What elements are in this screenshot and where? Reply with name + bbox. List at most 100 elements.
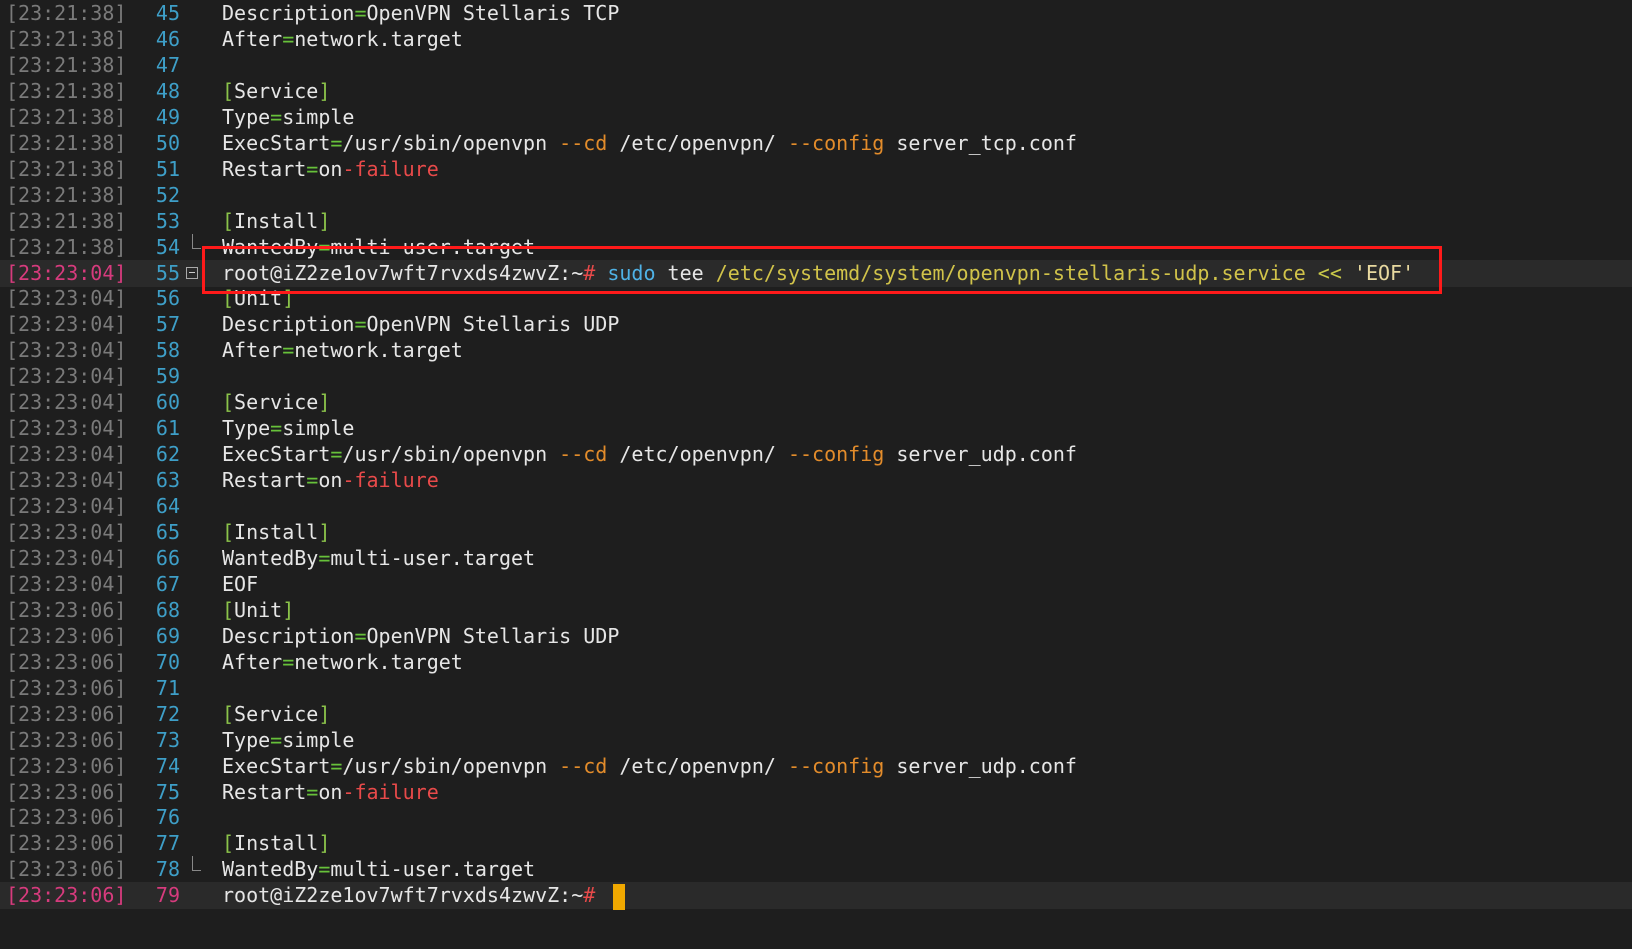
line-number: 75 (155, 779, 180, 804)
timestamp: [23:21:38] (6, 234, 127, 259)
terminal-line: [23:23:06] 71 (0, 675, 1632, 702)
token-key: WantedBy (222, 545, 319, 570)
line-content: Restart=on-failure (222, 467, 439, 494)
line-content: WantedBy=multi-user.target (222, 545, 535, 572)
text-cursor[interactable] (613, 883, 626, 910)
terminal-line: [23:21:38] 46 After=network.target (0, 26, 1632, 53)
token-br: ] (282, 286, 295, 311)
token-val (595, 261, 607, 285)
timestamp: [23:23:04] (6, 416, 127, 441)
terminal-line: [23:23:04] 59 (0, 363, 1632, 390)
timestamp: [23:23:06] (6, 883, 127, 908)
token-br: [ (222, 701, 235, 726)
token-key: ExecStart (222, 753, 331, 778)
line-content: Type=simple (222, 415, 354, 442)
token-key: Type (222, 727, 271, 752)
line-number: 63 (155, 468, 180, 493)
token-eq: = (282, 26, 295, 51)
token-br: [ (222, 208, 235, 233)
timestamp: [23:23:06] (6, 727, 127, 752)
token-val: /etc/openvpn/ (607, 442, 788, 467)
token-hash: # (583, 260, 596, 285)
token-key: Unit (234, 286, 283, 311)
line-number: 61 (155, 416, 180, 441)
line-number: 53 (155, 208, 180, 233)
terminal-line: [23:21:38] 49 Type=simple (0, 104, 1632, 131)
token-cmd: sudo (607, 260, 656, 285)
token-val: server_udp.conf (884, 442, 1077, 467)
terminal-line: [23:21:38] 52 (0, 182, 1632, 209)
token-op: << (1317, 260, 1342, 285)
token-br: ] (318, 831, 331, 856)
terminal-line: [23:23:06] 78 WantedBy=multi-user.target (0, 856, 1632, 883)
token-eq: = (282, 649, 295, 674)
token-key: Unit (234, 597, 283, 622)
line-number: 76 (155, 805, 180, 830)
token-key: ExecStart (222, 130, 331, 155)
token-val: on (318, 156, 343, 181)
token-flag: --config (787, 442, 885, 467)
timestamp: [23:23:06] (6, 675, 127, 700)
line-number: 48 (155, 78, 180, 103)
timestamp: [23:23:06] (6, 649, 127, 674)
line-number: 46 (155, 26, 180, 51)
token-val: OpenVPN Stellaris UDP (366, 312, 620, 337)
terminal-line: [23:23:04] 60 [Service] (0, 389, 1632, 416)
line-content: Type=simple (222, 727, 354, 754)
line-number: 78 (155, 857, 180, 882)
line-number: 58 (155, 338, 180, 363)
timestamp: [23:21:38] (6, 208, 127, 233)
token-fail: -failure (342, 156, 439, 181)
token-key: After (222, 649, 283, 674)
terminal-line: [23:21:38] 47 (0, 52, 1632, 79)
token-br: [ (222, 390, 235, 415)
token-key: Description (222, 623, 355, 648)
timestamp: [23:21:38] (6, 26, 127, 51)
token-flag: --cd (559, 442, 608, 467)
token-eq: = (330, 442, 343, 467)
timestamp: [23:23:04] (6, 390, 127, 415)
timestamp: [23:23:04] (6, 494, 127, 519)
line-number: 64 (155, 494, 180, 519)
line-content: ExecStart=/usr/sbin/openvpn --cd /etc/op… (222, 441, 1077, 468)
line-number: 50 (155, 130, 180, 155)
line-number: 52 (155, 182, 180, 207)
timestamp: [23:23:04] (6, 468, 127, 493)
line-content: root@iZ2ze1ov7wft7rvxds4zwvZ:~# sudo tee… (222, 260, 1414, 287)
timestamp: [23:21:38] (6, 182, 127, 207)
token-flag: --cd (559, 130, 608, 155)
timestamp: [23:23:04] (6, 442, 127, 467)
token-eq: = (282, 338, 295, 363)
line-content: After=network.target (222, 26, 463, 53)
token-val: server_udp.conf (884, 753, 1077, 778)
token-key: WantedBy (222, 234, 319, 259)
terminal-window[interactable]: [23:21:38] 45 Description=OpenVPN Stellari… (0, 0, 1632, 949)
terminal-line: [23:23:06] 79 root@iZ2ze1ov7wft7rvxds4zwvZ… (0, 882, 1632, 910)
line-content: [Install] (222, 519, 330, 546)
token-hash: # (583, 883, 596, 908)
terminal-line: [23:21:38] 48 [Service] (0, 78, 1632, 105)
token-key: Install (234, 831, 319, 856)
token-eq: = (306, 779, 319, 804)
timestamp: [23:23:04] (6, 260, 127, 285)
line-number: 57 (155, 312, 180, 337)
terminal-line: [23:23:04] 64 (0, 493, 1632, 520)
line-content: WantedBy=multi-user.target (222, 856, 535, 883)
terminal-line: [23:21:38] 54 WantedBy=multi-user.target (0, 233, 1632, 261)
token-br: [ (222, 831, 235, 856)
line-number: 47 (155, 52, 180, 77)
terminal-line: [23:23:06] 72 [Service] (0, 701, 1632, 728)
fold-toggle-icon[interactable] (186, 266, 198, 279)
token-key: Install (234, 520, 319, 544)
token-val: /usr/sbin/openvpn (342, 442, 560, 467)
line-number: 73 (155, 727, 180, 752)
token-eq: = (318, 545, 331, 570)
line-content: Description=OpenVPN Stellaris UDP (222, 623, 619, 650)
line-number: 70 (155, 649, 180, 674)
token-val: EOF (222, 571, 259, 596)
token-br: [ (222, 286, 235, 311)
timestamp: [23:21:38] (6, 104, 127, 129)
token-val: /etc/openvpn/ (607, 130, 788, 155)
line-number: 56 (155, 286, 180, 311)
timestamp: [23:23:06] (6, 597, 127, 622)
